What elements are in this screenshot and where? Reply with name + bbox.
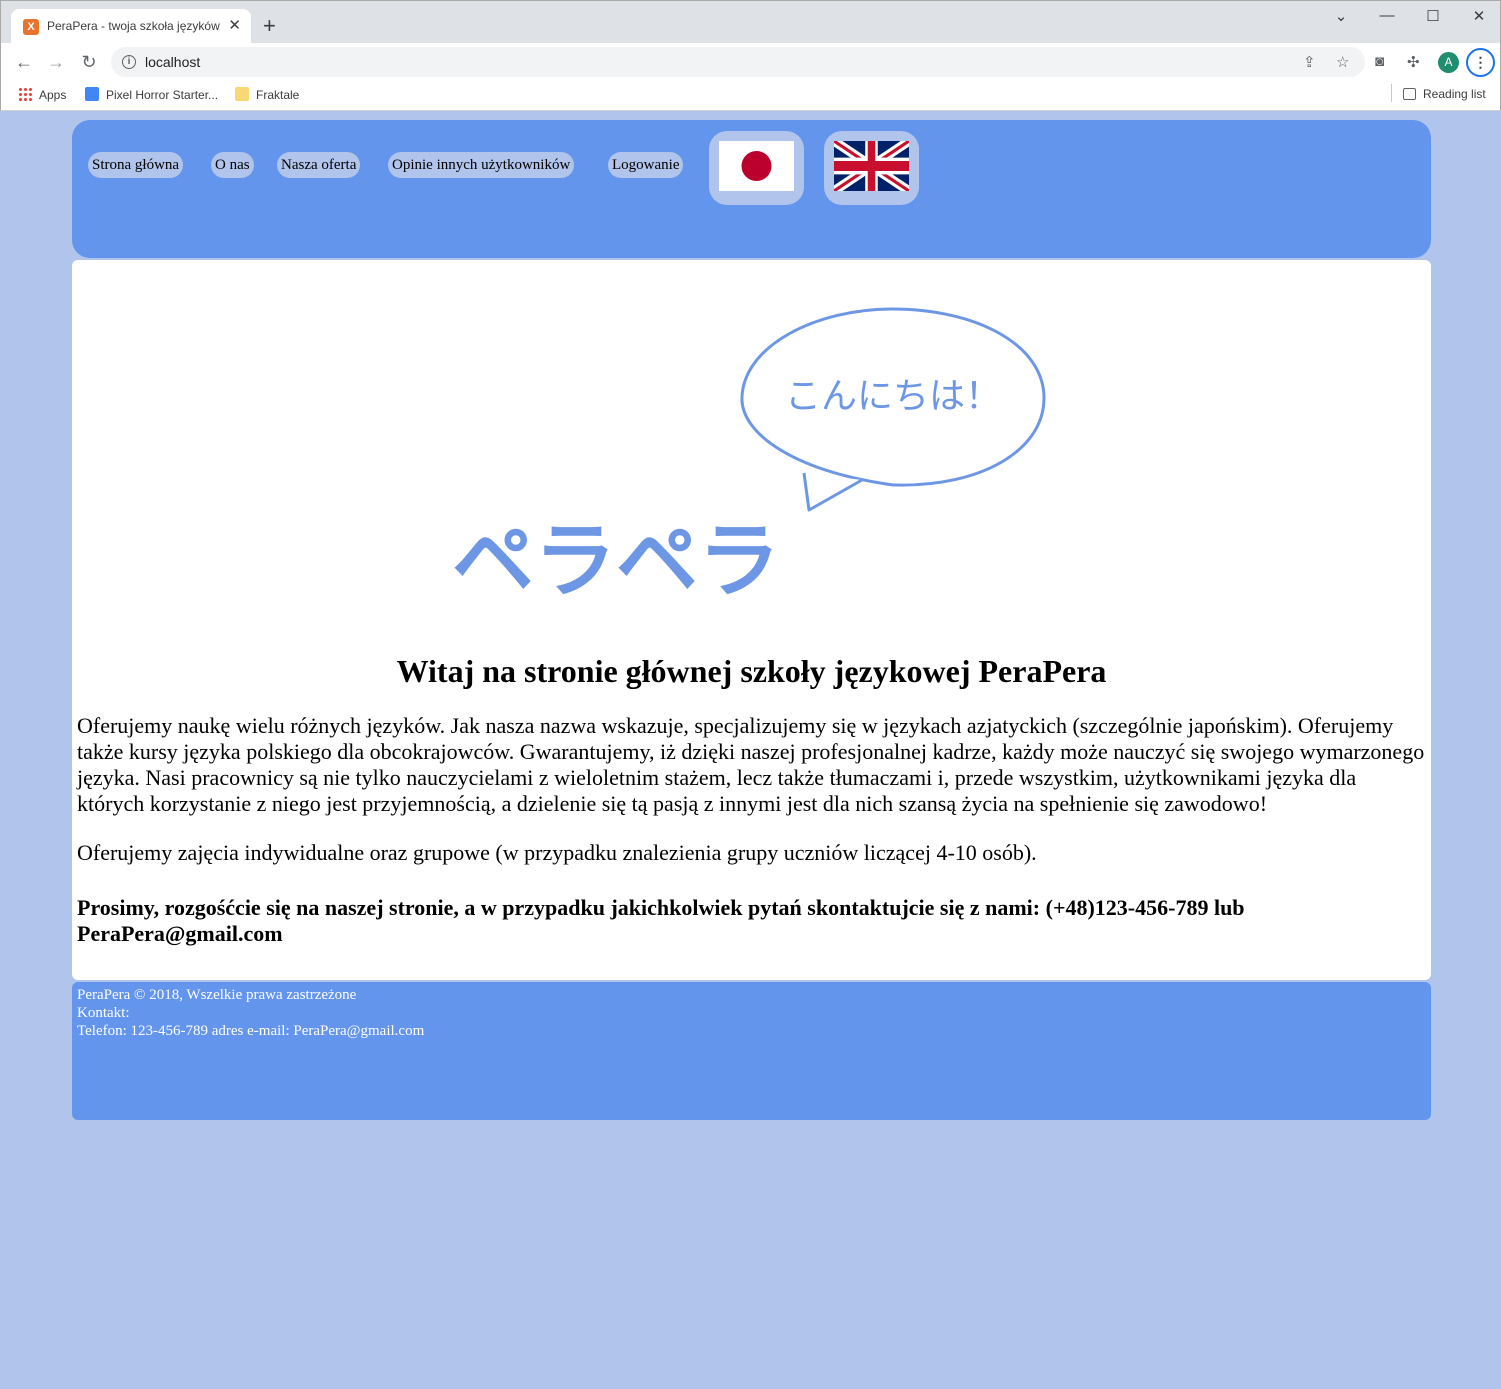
logo-name: ペラペラ (452, 514, 780, 605)
bookmark-pixel-horror[interactable]: Pixel Horror Starter... (85, 87, 218, 105)
tab-strip: X PeraPera - twoja szkoła języków obcych… (1, 1, 1500, 43)
main-content: こんにちは！ ペラペラ Witaj na stronie głównej szk… (72, 260, 1431, 980)
bookmark-fraktale[interactable]: Fraktale (235, 87, 299, 105)
back-arrow-icon[interactable]: ← (11, 50, 37, 76)
reading-list-label: Reading list (1423, 87, 1486, 101)
camera-icon[interactable]: ◙ (1375, 53, 1384, 70)
browser-window: X PeraPera - twoja szkoła języków obcych… (0, 0, 1501, 111)
close-window-icon[interactable]: ✕ (1465, 7, 1493, 27)
reload-icon[interactable]: ↻ (76, 50, 102, 76)
nav-reviews[interactable]: Opinie innych użytkowników (388, 152, 575, 178)
reading-list-icon (1403, 88, 1416, 100)
nav-login[interactable]: Logowanie (608, 152, 684, 178)
bookmark-apps[interactable]: Apps (18, 87, 66, 105)
footer-contact-label: Kontakt: (77, 1005, 130, 1021)
nav-about[interactable]: O nas (211, 152, 254, 178)
bookmarks-divider (1391, 84, 1392, 102)
bookmark-star-icon[interactable]: ☆ (1336, 53, 1349, 71)
uk-flag-icon (834, 141, 909, 191)
tab-close-icon[interactable]: ✕ (228, 17, 241, 35)
site-footer: PeraPera © 2018, Wszelkie prawa zastrzeż… (72, 982, 1431, 1120)
site-header: Strona główna O nas Nasza oferta Opinie … (72, 120, 1431, 258)
profile-avatar[interactable]: A (1438, 52, 1459, 73)
new-tab-icon[interactable]: + (263, 14, 276, 38)
reading-list-button[interactable]: Reading list (1403, 87, 1486, 105)
tab-title: PeraPera - twoja szkoła języków obcych (47, 19, 223, 33)
footer-copyright: PeraPera © 2018, Wszelkie prawa zastrzeż… (77, 987, 357, 1003)
japanese-language-button[interactable] (709, 131, 804, 205)
folder-icon (235, 87, 249, 101)
intro-paragraph: Oferujemy naukę wielu różnych języków. J… (77, 713, 1425, 816)
perapera-logo: こんにちは！ ペラペラ (452, 307, 1046, 605)
japan-flag-icon (719, 141, 794, 191)
apps-grid-icon (18, 87, 32, 101)
address-bar[interactable]: i localhost ⇪ ☆ (111, 47, 1365, 77)
logo-greeting: こんにちは！ (785, 376, 1001, 417)
site-info-icon[interactable]: i (122, 55, 136, 69)
footer-contact-details: Telefon: 123-456-789 adres e-mail: PeraP… (77, 1023, 425, 1039)
browser-tab[interactable]: X PeraPera - twoja szkoła języków obcych… (11, 9, 251, 43)
browser-toolbar: ← → ↻ i localhost ⇪ ☆ ◙ ✣ A ⋮ (1, 43, 1500, 81)
extensions-puzzle-icon[interactable]: ✣ (1407, 53, 1420, 71)
nav-offer[interactable]: Nasza oferta (277, 152, 361, 178)
nav-home[interactable]: Strona główna (88, 152, 184, 178)
forward-arrow-icon[interactable]: → (43, 50, 69, 76)
contact-invitation: Prosimy, rozgośćcie się na naszej stroni… (77, 895, 1245, 946)
bookmark-fraktale-label: Fraktale (256, 88, 300, 102)
maximize-icon[interactable]: ☐ (1419, 7, 1447, 27)
minimize-icon[interactable]: — (1373, 7, 1401, 27)
bookmark-pixel-horror-label: Pixel Horror Starter... (106, 88, 219, 102)
browser-menu-icon[interactable]: ⋮ (1466, 48, 1495, 77)
xampp-favicon-icon: X (23, 19, 39, 35)
bookmark-apps-label: Apps (39, 88, 67, 102)
url-text: localhost (145, 54, 201, 70)
share-icon[interactable]: ⇪ (1303, 53, 1316, 71)
english-language-button[interactable] (824, 131, 919, 205)
tab-search-chevron-icon[interactable]: ⌄ (1327, 7, 1355, 27)
bookmarks-bar: Apps Pixel Horror Starter... Fraktale Re… (1, 81, 1500, 111)
document-icon (85, 87, 99, 101)
page-title: Witaj na stronie głównej szkoły językowe… (396, 653, 1107, 689)
classes-paragraph: Oferujemy zajęcia indywidualne oraz grup… (77, 840, 1037, 865)
